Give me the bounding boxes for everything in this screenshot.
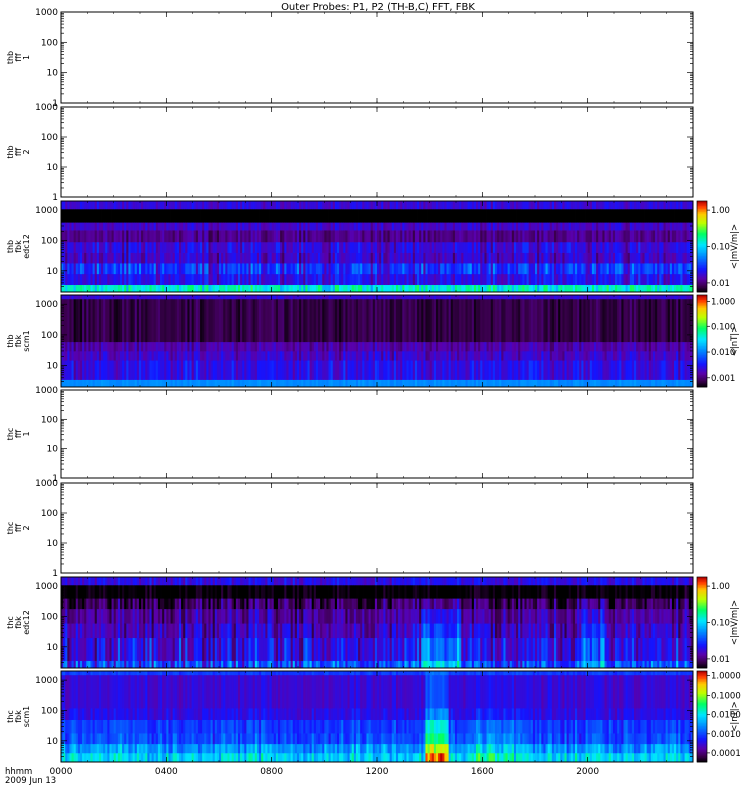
panel-ylabel: 2 xyxy=(22,149,31,154)
y-tick-label: 100 xyxy=(41,236,58,246)
panel-frame xyxy=(60,106,694,198)
panel-thb-fff-1: 1000100101thb fff 1 xyxy=(6,8,694,109)
y-tick-label: 1000 xyxy=(35,103,58,113)
panel-thb-fbk-edc12: 100010010thb fbk edc121.000.100.01<|mV/m|> xyxy=(6,200,740,293)
y-tick-label: 10 xyxy=(47,69,59,79)
panels-group: 1000100101thb fff 11000100101thb fff 2100010… xyxy=(6,8,741,763)
y-tick-label: 100 xyxy=(41,133,58,143)
colorbar-tick-label: 1.00 xyxy=(711,206,730,216)
plot-figure: Outer Probes: P1, P2 (TH-B,C) FFT, FBK 1… xyxy=(5,2,741,786)
y-tick-label: 1000 xyxy=(35,8,58,18)
y-tick-label: 1000 xyxy=(35,206,58,216)
y-tick-label: 10 xyxy=(47,267,59,277)
colorbar-tick-label: 0.10 xyxy=(711,243,730,253)
y-tick-label: 1 xyxy=(52,193,58,203)
colorbar: 1.00 0.10 0.01<|mV/m|> xyxy=(696,200,740,293)
colorbar-label: <|mV/m|> xyxy=(730,224,740,269)
colorbar-tick-label: 0.01 xyxy=(711,279,730,289)
panel-frame xyxy=(60,11,694,104)
panel-thb-fbk-scm1: 100010010thb fbk scm11.0000.1000.0100.001<… xyxy=(6,294,740,388)
figure-title: Outer Probes: P1, P2 (TH-B,C) FFT, FBK xyxy=(281,2,475,13)
panel-thb-fff-2: 1000100101thb fff 2 xyxy=(6,103,694,203)
panel-ylabel: edc12 xyxy=(22,234,31,259)
y-tick-label: 100 xyxy=(41,38,58,48)
y-tick-label: 10 xyxy=(47,163,59,173)
panel-ylabel: 1 xyxy=(22,55,31,60)
